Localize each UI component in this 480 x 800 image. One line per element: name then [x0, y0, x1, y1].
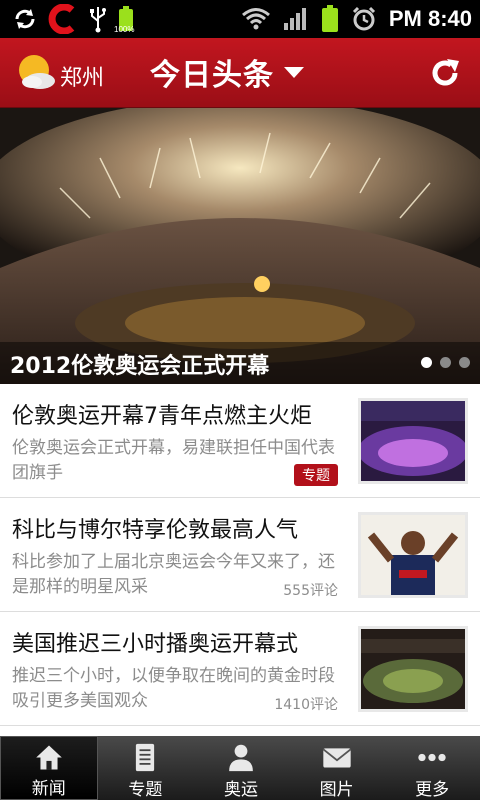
- signal-icon: [283, 8, 306, 30]
- banner-caption: 2012伦敦奥运会正式开幕: [0, 342, 480, 384]
- nav-label: 更多: [415, 780, 450, 800]
- battery-icon: 100%: [114, 6, 134, 34]
- status-bar-left: 100%: [12, 0, 134, 38]
- home-icon: [36, 745, 62, 770]
- alarm-icon: [352, 6, 375, 31]
- city-label[interactable]: 郑州: [60, 60, 104, 92]
- wifi-icon: [241, 8, 270, 30]
- banner-page-indicator: [421, 357, 470, 368]
- page-dot: [421, 357, 432, 368]
- comment-count: 555评论: [283, 583, 338, 599]
- news-thumbnail: [358, 512, 468, 598]
- nav-tab-news[interactable]: 新闻: [0, 736, 98, 800]
- news-summary: 伦敦奥运会正式开幕，易建联担任中国代表团旗手: [12, 438, 335, 483]
- news-item[interactable]: 美国推迟三小时播奥运开幕式 推迟三个小时，以便争取在晚间的黄金时段吸引更多美国观…: [0, 612, 480, 726]
- nav-label: 新闻: [31, 779, 66, 799]
- status-bar-right: PM 8:40: [241, 0, 472, 38]
- nav-label: 图片: [319, 780, 354, 800]
- banner-title: 2012伦敦奥运会正式开幕: [10, 354, 270, 379]
- topic-badge: 专题: [294, 464, 338, 486]
- mail-icon: [322, 748, 351, 768]
- app-c-icon: [48, 4, 75, 34]
- channel-selector[interactable]: 今日头条: [150, 52, 304, 93]
- status-bar: 100% PM 8:40: [0, 0, 480, 38]
- nav-label: 专题: [128, 780, 163, 800]
- nav-label: 奥运: [223, 780, 258, 800]
- news-item[interactable]: 伦敦奥运开幕7青年点燃主火炬 伦敦奥运会正式开幕，易建联担任中国代表团旗手 专题: [0, 384, 480, 498]
- app-header: 郑州 今日头条: [0, 38, 480, 108]
- more-icon: [418, 753, 446, 762]
- news-item[interactable]: 科比与博尔特享伦敦最高人气 科比参加了上届北京奥运会今年又来了，还是那样的明星风…: [0, 498, 480, 612]
- weather-icon[interactable]: [14, 52, 58, 92]
- bottom-nav: 新闻 专题 奥运 图片 更多: [0, 736, 480, 800]
- news-title: 科比与博尔特享伦敦最高人气: [12, 518, 299, 543]
- document-icon: [136, 743, 155, 772]
- sync-icon: [15, 9, 35, 29]
- news-thumbnail: [358, 398, 468, 484]
- person-icon: [229, 744, 253, 772]
- news-title: 伦敦奥运开幕7青年点燃主火炬: [12, 404, 312, 429]
- news-title: 美国推迟三小时播奥运开幕式: [12, 632, 299, 657]
- battery-icon: [321, 5, 338, 32]
- clock-time: PM 8:40: [388, 6, 472, 31]
- battery-percent-text: 100%: [114, 25, 135, 34]
- nav-tab-olympics[interactable]: 奥运: [193, 736, 289, 800]
- headline-banner[interactable]: 2012伦敦奥运会正式开幕: [0, 108, 480, 384]
- comment-count: 1410评论: [274, 697, 338, 713]
- nav-tab-more[interactable]: 更多: [384, 736, 480, 800]
- news-thumbnail: [358, 626, 468, 712]
- page-title: 今日头条: [150, 58, 274, 93]
- news-list: 伦敦奥运开幕7青年点燃主火炬 伦敦奥运会正式开幕，易建联担任中国代表团旗手 专题…: [0, 384, 480, 736]
- dropdown-arrow-icon: [284, 67, 304, 78]
- nav-tab-topics[interactable]: 专题: [98, 736, 194, 800]
- page-dot: [459, 357, 470, 368]
- nav-tab-pictures[interactable]: 图片: [289, 736, 385, 800]
- usb-icon: [90, 7, 106, 33]
- refresh-icon[interactable]: [428, 56, 462, 90]
- page-dot: [440, 357, 451, 368]
